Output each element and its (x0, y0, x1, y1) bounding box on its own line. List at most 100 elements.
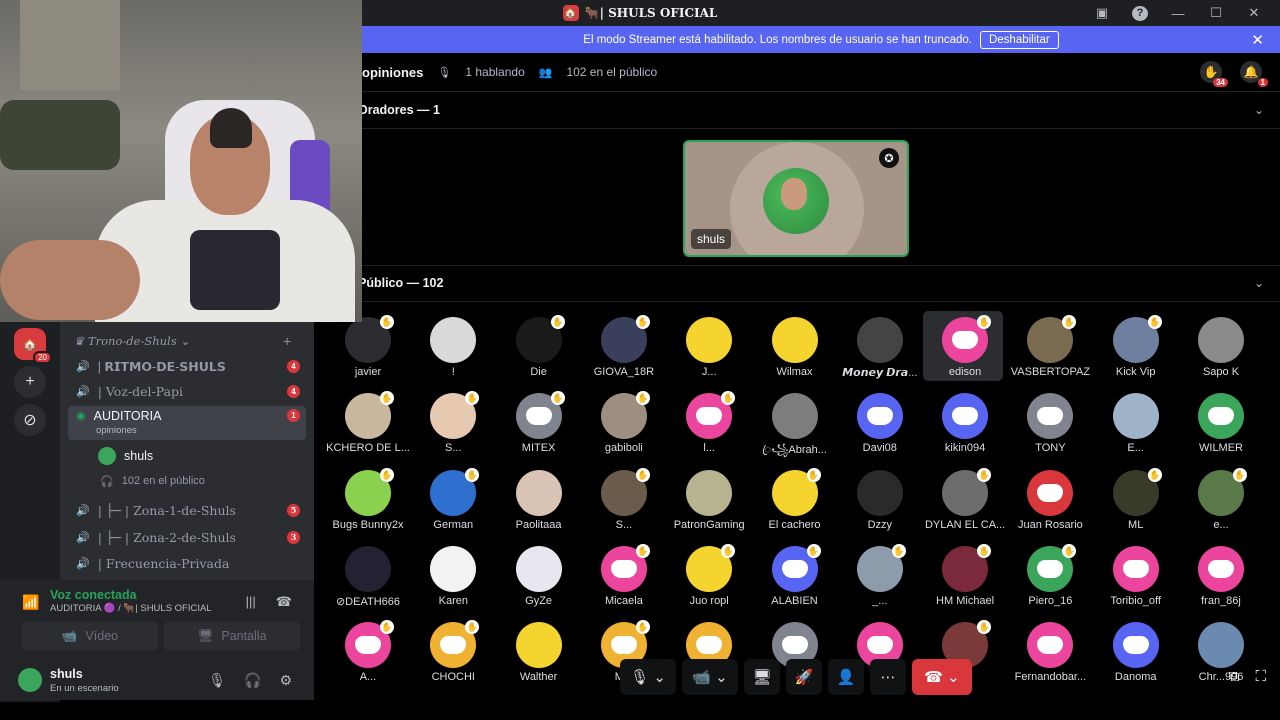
audience-member[interactable]: 𝙈𝙤𝙣𝙚𝙮 𝘿𝙧𝙖... (838, 311, 918, 381)
audience-member[interactable]: Paolitaaa (497, 464, 577, 534)
notifications-button[interactable]: 🔔 1 (1240, 61, 1268, 87)
leave-call-button[interactable]: ☎ ⌄ (912, 659, 972, 695)
add-channel-icon[interactable]: + (282, 334, 292, 348)
audience-member[interactable]: Walther (497, 616, 577, 686)
audience-member[interactable]: Wilmax (753, 311, 833, 381)
screen-share-button[interactable]: 🖥 Pantalla (164, 622, 300, 650)
audience-member[interactable]: J... (667, 311, 747, 381)
audience-member[interactable]: ✋ S... (411, 387, 491, 457)
audience-member[interactable]: ✋ A... (326, 616, 406, 686)
audience-member[interactable]: ✋ Kick Vip (1094, 311, 1174, 381)
audience-summary[interactable]: 🎧 102 en el público (68, 469, 306, 493)
audience-member[interactable]: ✋ edison (923, 311, 1004, 381)
audience-member[interactable]: Dzzy (838, 464, 918, 534)
audience-member[interactable]: ✋ ML (1094, 464, 1174, 534)
camera-toggle-button[interactable]: 📹 ⌄ (682, 659, 738, 695)
category-header[interactable]: ♛ Trono-de-Shuls ⌄ + (74, 334, 302, 348)
voice-channel[interactable]: 🔊 | Frecuencia-Privada (68, 551, 306, 575)
audience-member[interactable]: PatronGaming (667, 464, 747, 534)
invite-icon[interactable]: 👤 (828, 659, 864, 695)
discord-logo-icon (866, 407, 893, 426)
audience-member[interactable]: ✋ Micaela (582, 540, 662, 610)
audience-member[interactable]: ✋ Piero_16 (1008, 540, 1088, 610)
add-server-icon[interactable]: + (14, 366, 46, 398)
audience-member[interactable]: ✋ German (411, 464, 491, 534)
mic-icon[interactable]: 🎙 (208, 672, 226, 689)
audience-member[interactable]: ⊘DEATH666 (326, 540, 406, 610)
help-icon[interactable]: ? (1132, 5, 1148, 21)
server-icon[interactable]: 🏠 20 (14, 328, 52, 364)
voice-status[interactable]: Voz conectada (50, 588, 137, 602)
headphones-icon[interactable]: 🎧 (244, 672, 261, 689)
audience-member-name: edison (948, 366, 982, 378)
avatar (1027, 393, 1074, 440)
close-icon[interactable]: ✕ (1251, 31, 1264, 49)
audience-member[interactable]: ✋ Die (497, 311, 577, 381)
audience-member-name: German (433, 518, 474, 531)
audience-member[interactable]: ꦿ꧁Abrah... (753, 387, 833, 457)
noise-suppression-icon[interactable]: ||| (246, 594, 256, 610)
raised-hands-button[interactable]: ✋ 34 (1200, 61, 1228, 87)
audience-member[interactable]: ✋ MITEX (497, 387, 577, 457)
voice-channel[interactable]: 🔊 | Voz-del-Papi 4 (68, 379, 306, 403)
audience-member[interactable]: ✋ CHOCHI (411, 616, 491, 686)
audience-member[interactable]: ✋ Juo ropl (667, 540, 747, 610)
audience-member[interactable]: ✋ S... (582, 464, 662, 534)
voice-member[interactable]: shuls (68, 444, 306, 468)
audience-member[interactable]: Sapo K (1179, 311, 1259, 381)
audience-member[interactable]: ✋ GIOVA_18R (582, 311, 662, 381)
audience-member[interactable]: ✋ gabiboli (582, 387, 662, 457)
stage-channel-auditoria[interactable]: ◉ AUDITORIA opiniones 1 (68, 406, 306, 440)
audience-member[interactable]: ✋ VASBERTOPAZ (1008, 311, 1090, 381)
activity-icon[interactable]: 🚀 (786, 659, 822, 695)
video-button[interactable]: 📹 Vídeo (22, 622, 158, 650)
disable-streamer-button[interactable]: Deshabilitar (979, 30, 1059, 49)
chevron-down-icon[interactable]: ⌄ (1254, 103, 1264, 117)
audience-member[interactable]: Fernandobar... (1008, 616, 1088, 686)
chevron-down-icon[interactable]: ⌄ (1254, 276, 1264, 290)
audience-member[interactable]: Danoma (1094, 616, 1174, 686)
more-options-icon[interactable]: ⋯ (870, 659, 906, 695)
avatar[interactable] (18, 668, 42, 692)
audience-member[interactable]: ✋ l... (667, 387, 747, 457)
audience-member[interactable]: ✋ e... (1179, 464, 1259, 534)
speakers-section-header[interactable]: Oradores — 1 (358, 103, 440, 117)
audience-member[interactable]: ✋ KCHERO DE L... (326, 387, 410, 457)
audience-member[interactable]: Karen (411, 540, 491, 610)
voice-channel[interactable]: 🔊 | 𝗥𝗜𝗧𝗠𝗢-𝗗𝗘-𝗦𝗛𝗨𝗟𝗦 4 (68, 354, 306, 378)
audience-member[interactable]: fran_86j (1179, 540, 1259, 610)
audience-member[interactable]: Juan Rosario (1008, 464, 1088, 534)
voice-channel[interactable]: 🔊 | ├─ | Zona-2-de-Shuls 3 (68, 525, 306, 549)
avatar (1198, 393, 1244, 440)
audience-member[interactable]: ✋ _... (838, 540, 918, 610)
speaker-tile[interactable]: ✪ shuls (683, 140, 909, 257)
audience-member[interactable]: Davi08 (838, 387, 918, 457)
audience-member[interactable]: ✋ ALABIEN (753, 540, 833, 610)
audience-member[interactable]: kikin094 (923, 387, 1003, 457)
fullscreen-icon[interactable]: ⛶ (1255, 668, 1266, 685)
screen-share-icon[interactable]: 🖥 (744, 659, 780, 695)
close-window-button[interactable]: ✕ (1246, 5, 1262, 21)
inbox-icon[interactable]: ▣ (1094, 5, 1110, 21)
mic-toggle-button[interactable]: 🎙 ⌄ (620, 659, 676, 695)
audience-member[interactable]: ! (411, 311, 491, 381)
user-status: En un escenario (50, 683, 119, 694)
disconnect-icon[interactable]: ☎ (276, 594, 292, 610)
audience-member[interactable]: ✋ El cachero (753, 464, 833, 534)
audience-member[interactable]: ✋ HM Michael (923, 540, 1003, 610)
audience-member[interactable]: ✋ Bugs Bunny2x (326, 464, 406, 534)
audience-member[interactable]: TONY (1008, 387, 1088, 457)
audience-member[interactable]: Toribio_off (1094, 540, 1174, 610)
popout-icon[interactable]: ⧉ (1229, 668, 1240, 685)
voice-channel[interactable]: 🔊 | ├─ | Zona-1-de-Shuls 5 (68, 498, 306, 522)
explore-icon[interactable]: ⊘ (14, 404, 46, 436)
minimize-button[interactable]: — (1170, 6, 1186, 21)
audience-member[interactable]: WILMER (1179, 387, 1259, 457)
audience-member[interactable]: ✋ DYLAN EL CA... (923, 464, 1005, 534)
audience-section-header[interactable]: Público — 102 (358, 276, 443, 290)
gear-icon[interactable]: ⚙ (279, 672, 292, 689)
maximize-button[interactable]: ☐ (1208, 5, 1224, 21)
audience-member-name: Sapo K (1202, 366, 1240, 378)
audience-member[interactable]: GyZe (497, 540, 577, 610)
audience-member[interactable]: E... (1094, 387, 1174, 457)
